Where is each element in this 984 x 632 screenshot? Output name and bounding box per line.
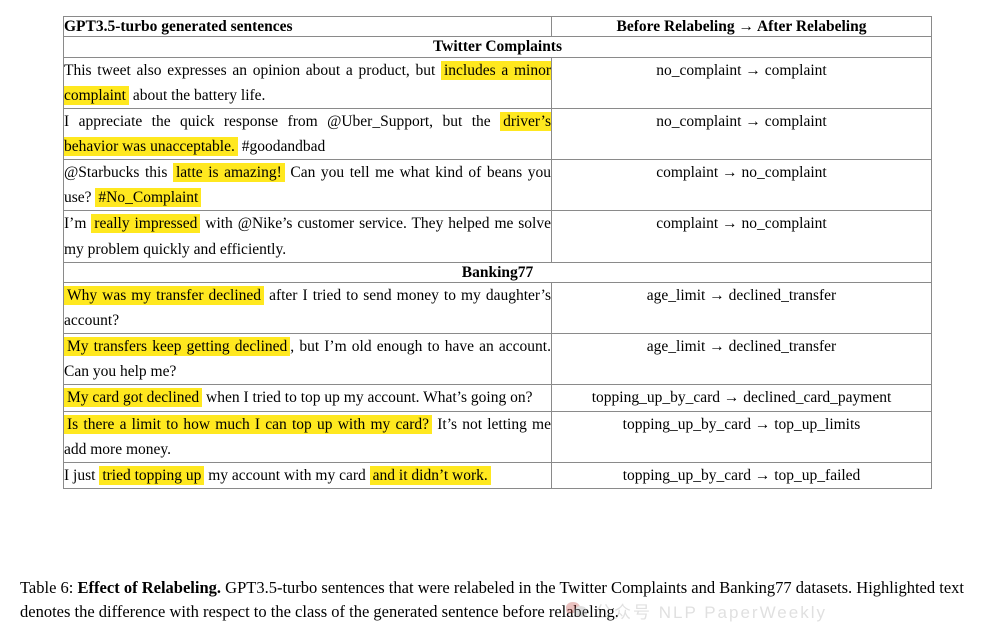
highlighted-text: tried topping up (99, 465, 205, 485)
highlighted-text: #No_Complaint (95, 188, 202, 208)
label-transition-cell: complaint → no_complaint (551, 210, 932, 263)
sentence-text: This tweet also expresses an opinion abo… (64, 61, 441, 79)
page-root: GPT3.5-turbo generated sentences Before R… (0, 0, 984, 632)
highlighted-text: Why was my transfer declined (64, 286, 265, 305)
table-row: I’m really impressed with @Nike’s custom… (63, 210, 932, 263)
relabeling-table: GPT3.5-turbo generated sentences Before R… (63, 15, 932, 489)
sentence-text: #goodandbad (237, 138, 326, 156)
generated-sentence-cell: I just tried topping up my account with … (63, 461, 552, 489)
highlighted-text: Is there a limit to how much I can top u… (64, 414, 433, 434)
section-title-1: Twitter Complaints (63, 36, 932, 58)
section-header-row: Banking77 (63, 261, 932, 284)
relabeling-table-container: GPT3.5-turbo generated sentences Before R… (63, 15, 932, 489)
label-transition-cell: topping_up_by_card → declined_card_payme… (551, 384, 932, 412)
table-header-row: GPT3.5-turbo generated sentences Before R… (63, 15, 932, 38)
label-transition-cell: no_complaint → complaint (551, 56, 932, 109)
label-transition-cell: no_complaint → complaint (551, 107, 932, 161)
sentence-text: when I tried to top up my account. What’… (202, 389, 533, 407)
label-transition-cell: topping_up_by_card → top_up_failed (551, 461, 932, 489)
caption-number: Table 6: (20, 578, 74, 597)
highlighted-text: really impressed (91, 214, 201, 234)
highlighted-text: My card got declined (64, 388, 203, 408)
caption-title: Effect of Relabeling. (77, 578, 222, 597)
label-transition-cell: complaint → no_complaint (551, 159, 932, 212)
sentence-text: @Starbucks this (64, 164, 173, 182)
table-row: @Starbucks this latte is amazing! Can yo… (63, 159, 932, 212)
generated-sentence-cell: I’m really impressed with @Nike’s custom… (63, 210, 552, 263)
label-transition-cell: topping_up_by_card → top_up_limits (551, 410, 932, 463)
sentence-text: I just (64, 466, 100, 484)
sentence-text: I appreciate the quick response from @Ub… (64, 112, 501, 130)
table-row: My card got declined when I tried to top… (63, 384, 932, 412)
highlighted-text: and it didn’t work. (369, 465, 491, 485)
generated-sentence-cell: I appreciate the quick response from @Ub… (63, 107, 552, 161)
table-row: My transfers keep getting declined, but … (63, 333, 932, 386)
generated-sentence-cell: @Starbucks this latte is amazing! Can yo… (63, 159, 552, 212)
sentence-text: I’m (64, 215, 92, 233)
table-row: Is there a limit to how much I can top u… (63, 410, 932, 463)
table-row: This tweet also expresses an opinion abo… (63, 56, 932, 109)
table-row: I appreciate the quick response from @Ub… (63, 107, 932, 161)
generated-sentence-cell: Why was my transfer declined after I tri… (63, 281, 552, 335)
generated-sentence-cell: This tweet also expresses an opinion abo… (63, 56, 552, 109)
label-transition-cell: age_limit → declined_transfer (551, 333, 932, 386)
column-header-labels: Before Relabeling → After Relabeling (551, 15, 932, 38)
section-header-row: Twitter Complaints (63, 36, 932, 58)
table-caption: Table 6: Effect of Relabeling. GPT3.5-tu… (20, 576, 964, 625)
table-row: I just tried topping up my account with … (63, 461, 932, 489)
label-transition-cell: age_limit → declined_transfer (551, 281, 932, 335)
generated-sentence-cell: Is there a limit to how much I can top u… (63, 410, 552, 463)
column-header-sentences: GPT3.5-turbo generated sentences (63, 15, 552, 38)
generated-sentence-cell: My card got declined when I tried to top… (63, 384, 552, 412)
generated-sentence-cell: My transfers keep getting declined, but … (63, 333, 552, 386)
section-title-2: Banking77 (63, 261, 932, 284)
highlighted-text: latte is amazing! (172, 163, 285, 183)
sentence-text: about the battery life. (129, 86, 266, 104)
table-row: Why was my transfer declined after I tri… (63, 281, 932, 335)
sentence-text: my account with my card (204, 466, 370, 484)
highlighted-text: My transfers keep getting declined (64, 337, 291, 357)
